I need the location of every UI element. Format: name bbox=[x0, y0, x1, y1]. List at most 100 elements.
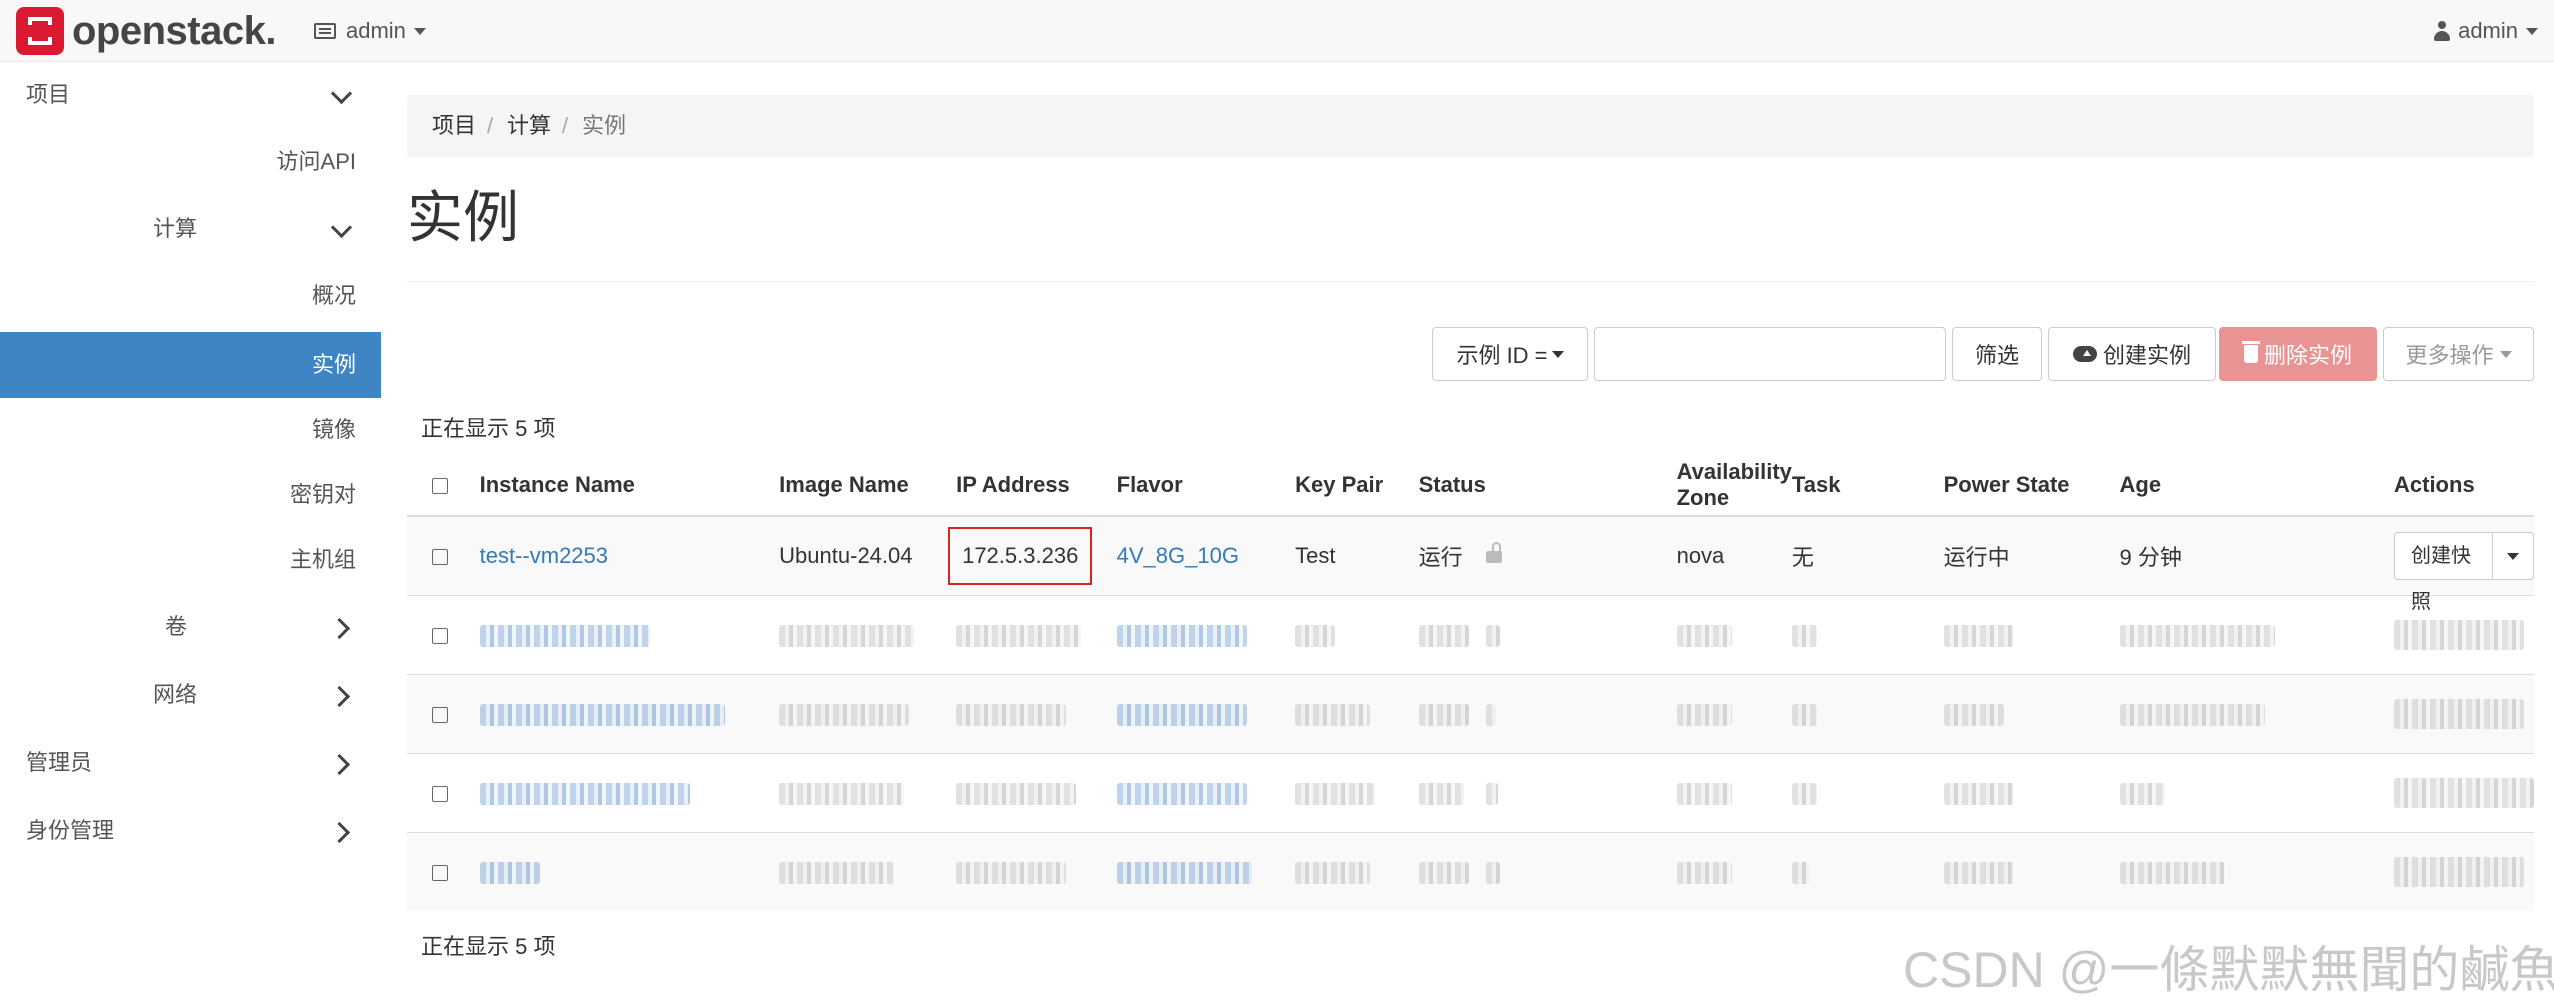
column-header[interactable]: Availability Zone bbox=[1676, 455, 1792, 517]
top-navbar: openstack. admin admin bbox=[0, 0, 2554, 62]
sidebar-item-label: 卷 bbox=[165, 614, 188, 639]
column-header[interactable]: Flavor bbox=[1116, 455, 1296, 517]
sidebar-item-overview[interactable]: 概况 bbox=[200, 263, 356, 329]
chevron-right-icon bbox=[328, 617, 351, 640]
redacted-flavor[interactable] bbox=[1116, 704, 1247, 727]
redacted-flavor[interactable] bbox=[1116, 625, 1247, 648]
sidebar-item-label: 项目 bbox=[26, 82, 71, 107]
cloud-upload-icon bbox=[2072, 346, 2097, 362]
row-checkbox[interactable] bbox=[432, 707, 448, 724]
sidebar-item-label: 身份管理 bbox=[26, 818, 115, 843]
sidebar-item-key-pairs[interactable]: 密钥对 bbox=[200, 462, 356, 528]
column-header: Actions bbox=[2394, 455, 2534, 517]
column-header[interactable]: IP Address bbox=[956, 455, 1117, 517]
unlock-icon bbox=[1485, 542, 1502, 564]
sidebar-item-label: 管理员 bbox=[26, 750, 93, 775]
redacted-cell bbox=[1676, 862, 1732, 885]
redacted-actions[interactable] bbox=[2394, 778, 2534, 808]
filter-field-select[interactable]: 示例 ID = bbox=[1432, 327, 1588, 381]
breadcrumb-item-compute[interactable]: 计算 bbox=[507, 95, 551, 157]
sidebar-item-instances[interactable]: 实例 bbox=[0, 332, 381, 398]
redacted-cell bbox=[1791, 862, 1810, 885]
redacted-cell bbox=[2119, 704, 2265, 727]
redacted-cell bbox=[2119, 862, 2225, 885]
sidebar-item-admin[interactable]: 管理员 bbox=[26, 730, 356, 796]
sidebar-item-label: 概况 bbox=[311, 283, 356, 308]
redacted-cell bbox=[1295, 783, 1376, 806]
column-header[interactable]: Image Name bbox=[779, 455, 957, 517]
item-count-bottom: 正在显示 5 项 bbox=[421, 934, 556, 959]
row-actions-dropdown-toggle[interactable] bbox=[2493, 533, 2533, 579]
image-name-cell: Ubuntu-24.04 bbox=[779, 515, 957, 596]
project-icon bbox=[314, 23, 336, 39]
caret-down-icon bbox=[2506, 552, 2519, 560]
user-icon bbox=[2434, 21, 2451, 41]
caret-down-icon bbox=[2526, 27, 2538, 35]
redacted-actions[interactable] bbox=[2394, 620, 2524, 650]
redacted-instance-name[interactable] bbox=[479, 704, 725, 727]
redacted-cell bbox=[956, 862, 1067, 885]
project-dropdown[interactable]: admin bbox=[314, 17, 426, 45]
row-checkbox[interactable] bbox=[432, 549, 448, 566]
instance-name-link[interactable]: test--vm2253 bbox=[480, 543, 608, 568]
sidebar-item-identity[interactable]: 身份管理 bbox=[26, 798, 356, 864]
column-header[interactable]: Status bbox=[1418, 455, 1486, 517]
breadcrumb-item-project[interactable]: 项目 bbox=[432, 95, 476, 157]
redacted-cell bbox=[1676, 783, 1732, 806]
user-dropdown[interactable]: admin bbox=[2434, 17, 2538, 45]
redacted-actions[interactable] bbox=[2394, 699, 2524, 729]
redacted-cell bbox=[1295, 862, 1371, 885]
key-pair-cell: Test bbox=[1295, 515, 1419, 596]
column-header[interactable]: Instance Name bbox=[479, 455, 780, 517]
sidebar-item-network[interactable]: 网络 bbox=[153, 662, 356, 728]
chevron-right-icon bbox=[328, 821, 351, 844]
column-header[interactable]: Age bbox=[2119, 455, 2394, 517]
sidebar-item-images[interactable]: 镜像 bbox=[200, 397, 356, 463]
item-count-top: 正在显示 5 项 bbox=[421, 416, 556, 441]
create-snapshot-button[interactable]: 创建快照 bbox=[2395, 533, 2493, 613]
column-header[interactable]: Power State bbox=[1943, 455, 2120, 517]
sidebar-item-volumes[interactable]: 卷 bbox=[165, 594, 356, 660]
delete-instance-button[interactable]: 删除实例 bbox=[2219, 327, 2377, 381]
sidebar-item-api-access[interactable]: 访问API bbox=[200, 129, 356, 195]
row-checkbox[interactable] bbox=[432, 865, 448, 882]
redacted-cell bbox=[2119, 625, 2275, 648]
redacted-actions[interactable] bbox=[2394, 857, 2524, 887]
filter-input[interactable] bbox=[1594, 327, 1946, 381]
age-cell: 9 分钟 bbox=[2119, 515, 2394, 596]
redacted-cell bbox=[1485, 704, 1496, 727]
create-instance-button[interactable]: 创建实例 bbox=[2048, 327, 2216, 381]
redacted-cell bbox=[1943, 783, 2014, 806]
trash-icon bbox=[2241, 341, 2260, 363]
project-label: admin bbox=[346, 18, 406, 43]
caret-down-icon bbox=[1551, 350, 1564, 358]
more-actions-button[interactable]: 更多操作 bbox=[2383, 327, 2534, 381]
chevron-down-icon bbox=[330, 82, 353, 105]
flavor-link[interactable]: 4V_8G_10G bbox=[1117, 543, 1239, 568]
redacted-flavor[interactable] bbox=[1116, 862, 1252, 885]
filter-button[interactable]: 筛选 bbox=[1952, 327, 2042, 381]
column-header[interactable]: Task bbox=[1791, 455, 1944, 517]
breadcrumb: 项目 / 计算 / 实例 bbox=[407, 95, 2534, 157]
table-header-row: Instance Name Image Name IP Address Flav… bbox=[407, 455, 2534, 517]
row-checkbox[interactable] bbox=[432, 628, 448, 645]
instances-table: Instance Name Image Name IP Address Flav… bbox=[407, 455, 2534, 911]
redacted-instance-name[interactable] bbox=[479, 862, 540, 885]
redacted-flavor[interactable] bbox=[1116, 783, 1247, 806]
sidebar-item-host-aggregates[interactable]: 主机组 bbox=[200, 527, 356, 593]
csdn-watermark: CSDN @一條默默無聞的鹹魚 bbox=[1903, 942, 2554, 998]
sidebar-item-label: 主机组 bbox=[289, 547, 356, 572]
redacted-instance-name[interactable] bbox=[479, 783, 690, 806]
redacted-instance-name[interactable] bbox=[479, 625, 650, 648]
sidebar-item-compute[interactable]: 计算 bbox=[153, 196, 356, 262]
sidebar: 项目 访问API 计算 概况 实例 镜像 密钥对 主机组 卷 网络 管理员 身份… bbox=[0, 62, 381, 1005]
openstack-logo[interactable]: openstack. bbox=[16, 7, 276, 55]
column-header[interactable]: Key Pair bbox=[1295, 455, 1419, 517]
select-all-checkbox[interactable] bbox=[432, 478, 448, 495]
sidebar-item-project[interactable]: 项目 bbox=[26, 62, 356, 128]
caret-down-icon bbox=[2499, 350, 2512, 358]
redacted-cell bbox=[956, 625, 1082, 648]
redacted-cell bbox=[1791, 783, 1817, 806]
row-checkbox[interactable] bbox=[432, 786, 448, 803]
logo-text: openstack. bbox=[72, 8, 276, 53]
